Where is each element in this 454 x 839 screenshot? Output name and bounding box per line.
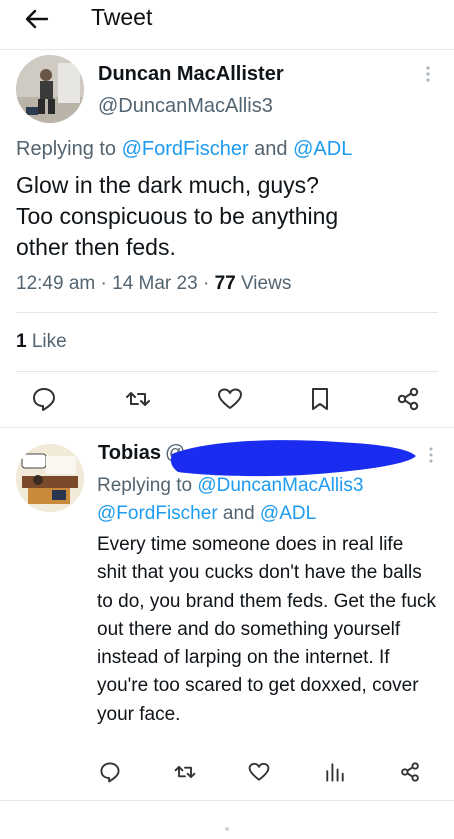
reply-icon[interactable] <box>30 385 58 413</box>
tweet-text-line: Glow in the dark much, guys? <box>16 172 319 198</box>
mention-link[interactable]: @FordFischer <box>97 503 218 524</box>
meta-separator: · <box>95 273 113 294</box>
mention-link[interactable]: @DuncanMacAllis3 <box>197 475 363 496</box>
replying-to: Replying to @DuncanMacAllis3 @FordFischer… <box>97 472 437 528</box>
mention-link[interactable]: @ADL <box>293 138 352 160</box>
tweet-text-line: other then feds. <box>16 234 176 260</box>
tweet-text: Every time someone does in real life shi… <box>97 534 437 725</box>
tweet-time[interactable]: 12:49 am <box>16 273 95 294</box>
user-handle[interactable]: @DuncanMacAllis3 <box>98 95 273 118</box>
scroll-indicator <box>225 827 229 831</box>
header-divider <box>0 49 454 50</box>
page-title: Tweet <box>91 4 153 30</box>
likes-label: Like <box>26 331 67 352</box>
tweet-divider <box>0 800 454 801</box>
replying-prefix: Replying to <box>16 138 122 160</box>
retweet-icon[interactable] <box>124 385 152 413</box>
likes-count: 1 <box>16 331 27 352</box>
tweet-text: Glow in the dark much, guys? Too conspic… <box>16 170 436 263</box>
share-icon[interactable] <box>398 760 422 784</box>
analytics-icon[interactable] <box>323 760 347 784</box>
bookmark-icon[interactable] <box>306 385 334 413</box>
meta-separator: · <box>197 273 215 294</box>
tweet-text-line: Too conspicuous to be anything <box>16 203 339 229</box>
divider <box>16 371 438 372</box>
back-arrow-icon[interactable] <box>22 4 52 34</box>
tweet-date[interactable]: 14 Mar 23 <box>112 273 198 294</box>
tweet-divider <box>0 427 454 428</box>
display-name[interactable]: Tobias <box>98 442 161 465</box>
more-vertical-icon[interactable] <box>420 64 436 84</box>
top-bar: Tweet <box>0 0 454 40</box>
views-count: 77 <box>214 273 236 294</box>
views-label: Views <box>235 273 292 294</box>
mention-link[interactable]: @FordFischer <box>122 138 249 160</box>
reply-icon[interactable] <box>98 760 122 784</box>
tweet-meta: 12:49 am · 14 Mar 23 · 77 Views <box>16 273 291 295</box>
like-icon[interactable] <box>247 760 271 784</box>
mention-link[interactable]: @ADL <box>260 503 316 524</box>
avatar[interactable] <box>16 55 84 123</box>
like-icon[interactable] <box>216 385 244 413</box>
replying-prefix: Replying to <box>97 475 198 496</box>
conjunction: and <box>217 503 260 524</box>
more-vertical-icon[interactable] <box>424 446 438 464</box>
share-icon[interactable] <box>394 385 422 413</box>
conjunction: and <box>248 138 294 160</box>
replying-to: Replying to @FordFischer and @ADL <box>16 138 352 161</box>
divider <box>16 312 438 313</box>
retweet-icon[interactable] <box>173 760 197 784</box>
display-name[interactable]: Duncan MacAllister <box>98 63 284 86</box>
likes-summary[interactable]: 1 Like <box>16 331 67 353</box>
avatar[interactable] <box>16 444 84 512</box>
